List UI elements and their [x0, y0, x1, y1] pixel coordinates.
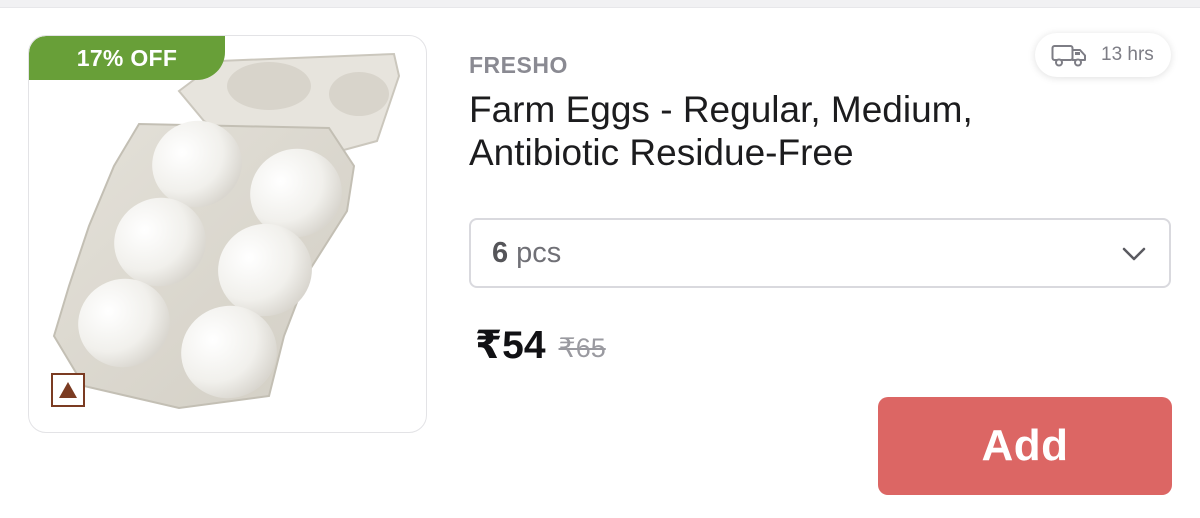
pack-size-unit: pcs — [516, 236, 562, 269]
pack-size-quantity: 6 — [492, 236, 509, 269]
product-image — [52, 52, 401, 410]
price-row: ₹54 ₹65 — [475, 320, 606, 370]
non-veg-triangle-icon — [51, 373, 85, 407]
add-to-cart-button[interactable]: Add — [878, 397, 1172, 495]
product-image-card[interactable]: 17% OFF — [28, 35, 427, 433]
top-divider — [0, 0, 1200, 8]
product-listing-page: 17% OFF FRESHO 13 hrs Farm Eggs - Regula… — [0, 0, 1200, 518]
pack-size-dropdown[interactable]: 6 pcs — [469, 218, 1171, 288]
selling-price: ₹54 — [475, 323, 546, 367]
product-title[interactable]: Farm Eggs - Regular, Medium, Antibiotic … — [469, 88, 1109, 174]
delivery-time-chip: 13 hrs — [1035, 33, 1171, 77]
chevron-down-icon — [1122, 247, 1146, 261]
discount-badge: 17% OFF — [29, 36, 225, 80]
truck-icon — [1051, 45, 1086, 67]
product-brand[interactable]: FRESHO — [469, 52, 568, 79]
original-price: ₹65 — [558, 332, 606, 363]
delivery-time: 13 hrs — [1101, 44, 1154, 65]
